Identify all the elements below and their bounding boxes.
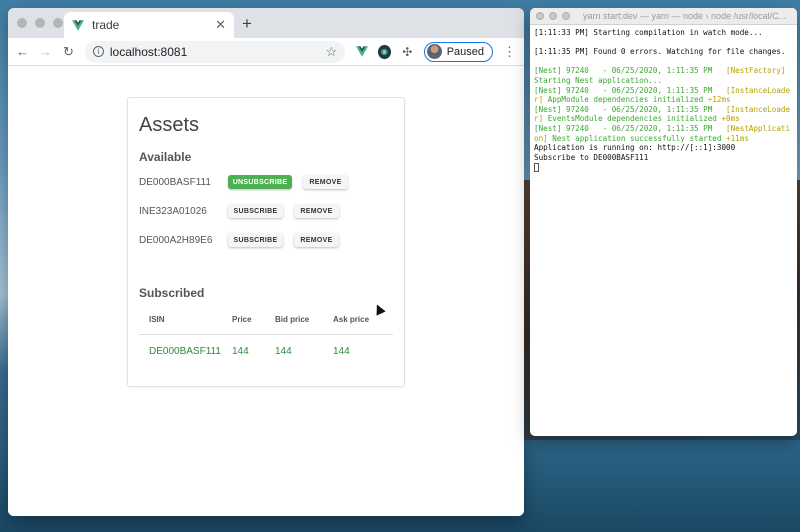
terminal-line: [Nest] 97240 - 06/25/2020, 1:11:35 PM [N… bbox=[534, 66, 793, 85]
terminal-text: Subscribe to DE000BASF111 bbox=[534, 152, 649, 162]
vue-devtools-extension-icon[interactable] bbox=[355, 45, 368, 59]
column-header-ask-price: Ask price bbox=[333, 315, 370, 324]
subscribed-table: ISIN Price Bid price Ask price DE000BASF… bbox=[139, 305, 393, 367]
cell-isin: DE000BASF111 bbox=[149, 345, 221, 357]
browser-window: trade ✕ + ← → ↻ i localhost:8081 ☆ ◉ ✣ P… bbox=[8, 8, 524, 516]
unsubscribe-button[interactable]: UNSUBSCRIBE bbox=[228, 175, 292, 189]
asset-isin: DE000A2H89E6 bbox=[139, 234, 213, 246]
column-header-isin: ISIN bbox=[149, 315, 165, 324]
terminal-line: [Nest] 97240 - 06/25/2020, 1:11:35 PM [N… bbox=[534, 124, 793, 143]
tab-strip: trade ✕ + bbox=[8, 8, 524, 38]
asset-isin: INE323A01026 bbox=[139, 205, 207, 217]
terminal-text: EventsModule dependencies initialized bbox=[547, 114, 722, 124]
cell-price: 144 bbox=[232, 345, 249, 357]
tab-title: trade bbox=[92, 18, 120, 32]
terminal-text: [Nest] 97240 - 06/25/2020, 1:11:35 PM bbox=[534, 123, 727, 133]
column-header-price: Price bbox=[232, 315, 252, 324]
profile-status: Paused bbox=[446, 45, 485, 58]
tab-trade[interactable]: trade ✕ bbox=[64, 12, 234, 38]
remove-button[interactable]: REMOVE bbox=[303, 175, 348, 189]
terminal-text: [1:11:33 PM] Starting compilation in wat… bbox=[534, 28, 763, 37]
asset-row: INE323A01026 SUBSCRIBE REMOVE bbox=[139, 203, 350, 219]
remove-button[interactable]: REMOVE bbox=[294, 233, 339, 247]
cell-bid-price: 144 bbox=[275, 345, 292, 357]
table-row: DE000BASF111 144 144 144 bbox=[139, 335, 393, 367]
terminal-output[interactable]: [1:11:33 PM] Starting compilation in wat… bbox=[530, 25, 797, 175]
terminal-line: Application is running on: http://[::1]:… bbox=[534, 143, 793, 153]
zoom-window-button[interactable] bbox=[53, 18, 63, 28]
terminal-text: +0ms bbox=[721, 114, 740, 124]
bookmark-star-icon[interactable]: ☆ bbox=[325, 44, 337, 60]
site-info-icon[interactable]: i bbox=[92, 46, 104, 57]
url-text[interactable]: localhost:8081 bbox=[110, 45, 320, 59]
extension-icon[interactable]: ◉ bbox=[377, 44, 391, 59]
terminal-line: [Nest] 97240 - 06/25/2020, 1:11:35 PM [I… bbox=[534, 86, 793, 105]
terminal-text: Starting Nest application... bbox=[534, 75, 663, 85]
address-bar[interactable]: i localhost:8081 ☆ bbox=[84, 40, 346, 63]
table-header: ISIN Price Bid price Ask price bbox=[139, 305, 393, 335]
terminal-line: [1:11:35 PM] Found 0 errors. Watching fo… bbox=[534, 47, 793, 57]
terminal-text: +12ms bbox=[707, 95, 731, 105]
page-content: Assets Available DE000BASF111 UNSUBSCRIB… bbox=[8, 66, 524, 516]
terminal-text: [Nest] 97240 - 06/25/2020, 1:11:35 PM bbox=[534, 66, 727, 76]
menu-dots-icon[interactable]: ⋮ bbox=[503, 44, 516, 60]
terminal-text: [1:11:35 PM] Found 0 errors. Watching fo… bbox=[534, 47, 786, 57]
terminal-text: [NestFactory] bbox=[726, 66, 791, 76]
vue-logo-icon bbox=[72, 19, 84, 31]
column-header-bid-price: Bid price bbox=[275, 315, 310, 324]
terminal-window: yarn start:dev — yarn — node › node /usr… bbox=[530, 8, 797, 436]
window-controls bbox=[17, 18, 63, 28]
terminal-cursor-icon bbox=[534, 162, 539, 172]
terminal-text: AppModule dependencies initialized bbox=[547, 95, 708, 105]
close-window-button[interactable] bbox=[17, 18, 27, 28]
reload-icon[interactable]: ↻ bbox=[62, 44, 75, 60]
assets-card: Assets Available DE000BASF111 UNSUBSCRIB… bbox=[127, 97, 405, 387]
terminal-line: [1:11:33 PM] Starting compilation in wat… bbox=[534, 28, 793, 38]
terminal-text: Nest application successfully started bbox=[552, 133, 727, 143]
terminal-title-bar: yarn start:dev — yarn — node › node /usr… bbox=[530, 8, 797, 25]
close-tab-icon[interactable]: ✕ bbox=[215, 17, 226, 33]
back-arrow-icon[interactable]: ← bbox=[16, 44, 29, 59]
avatar bbox=[426, 44, 442, 59]
close-window-button[interactable] bbox=[536, 12, 544, 20]
remove-button[interactable]: REMOVE bbox=[294, 204, 339, 218]
available-heading: Available bbox=[139, 150, 192, 164]
terminal-line: Subscribe to DE000BASF111 bbox=[534, 153, 793, 163]
cell-ask-price: 144 bbox=[333, 345, 350, 357]
profile-button[interactable]: Paused bbox=[423, 41, 494, 62]
terminal-text: Application is running on: http://[::1]:… bbox=[534, 143, 736, 153]
subscribed-heading: Subscribed bbox=[139, 286, 205, 300]
terminal-text: [Nest] 97240 - 06/25/2020, 1:11:35 PM bbox=[534, 104, 727, 114]
subscribe-button[interactable]: SUBSCRIBE bbox=[228, 204, 283, 218]
asset-row: DE000A2H89E6 SUBSCRIBE REMOVE bbox=[139, 232, 350, 248]
terminal-line: [Nest] 97240 - 06/25/2020, 1:11:35 PM [I… bbox=[534, 105, 793, 124]
terminal-title: yarn start:dev — yarn — node › node /usr… bbox=[583, 11, 787, 21]
minimize-window-button[interactable] bbox=[35, 18, 45, 28]
forward-arrow-icon[interactable]: → bbox=[39, 44, 52, 59]
terminal-prompt-line bbox=[534, 162, 793, 172]
subscribe-button[interactable]: SUBSCRIBE bbox=[228, 233, 283, 247]
browser-toolbar: ← → ↻ i localhost:8081 ☆ ◉ ✣ Paused ⋮ bbox=[8, 38, 524, 66]
minimize-window-button[interactable] bbox=[549, 12, 557, 20]
page-title: Assets bbox=[139, 114, 200, 136]
zoom-window-button[interactable] bbox=[562, 12, 570, 20]
terminal-text: [Nest] 97240 - 06/25/2020, 1:11:35 PM bbox=[534, 85, 727, 95]
terminal-text: +11ms bbox=[726, 133, 749, 143]
asset-row: DE000BASF111 UNSUBSCRIBE REMOVE bbox=[139, 174, 359, 190]
asset-isin: DE000BASF111 bbox=[139, 176, 211, 188]
extensions-puzzle-icon[interactable]: ✣ bbox=[401, 45, 414, 59]
new-tab-button[interactable]: + bbox=[242, 14, 252, 34]
